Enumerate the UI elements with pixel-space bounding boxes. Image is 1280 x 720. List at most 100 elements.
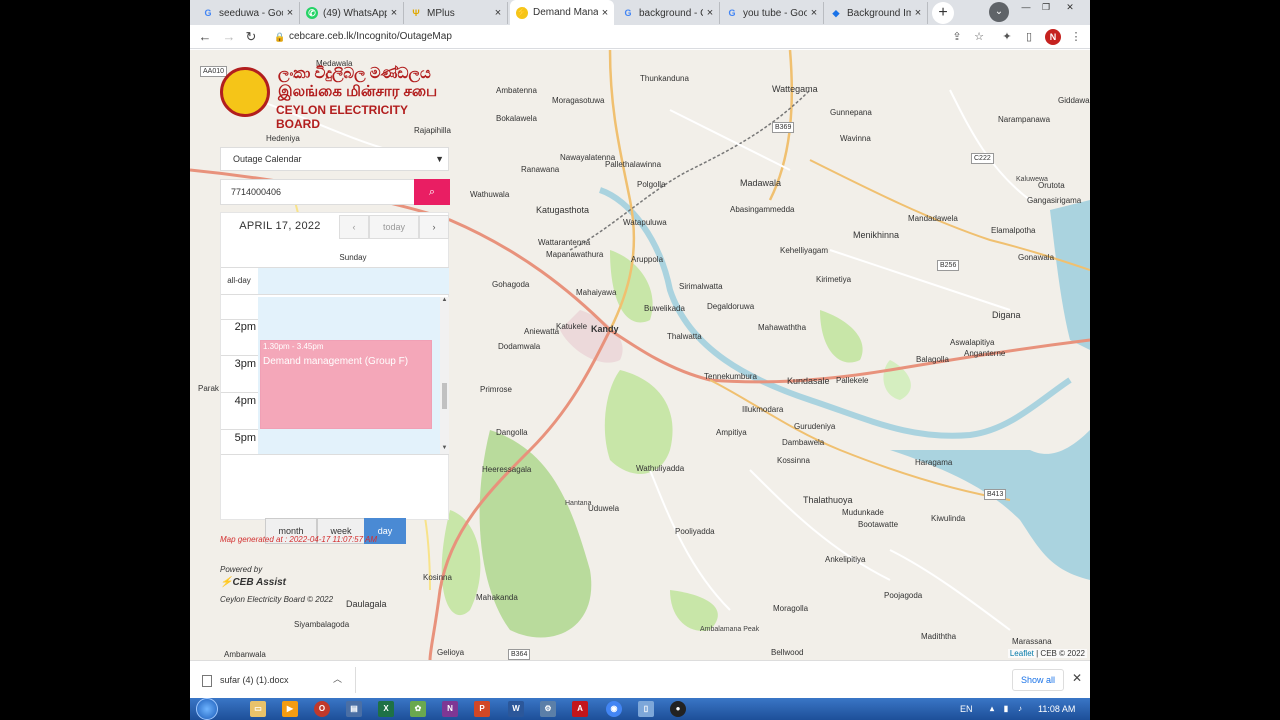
app-icon[interactable]: ✿: [410, 701, 426, 717]
leaflet-link[interactable]: Leaflet: [1010, 649, 1034, 658]
map-label: Dangolla: [496, 428, 528, 437]
today-button[interactable]: today: [369, 215, 419, 239]
outage-calendar: APRIL 17, 2022 ‹ today › Sunday all-day …: [220, 212, 449, 544]
system-tray[interactable]: EN: [960, 698, 973, 720]
map-label: Kandy: [591, 324, 619, 334]
map-label: Haragama: [915, 458, 953, 467]
powerpoint-icon[interactable]: P: [474, 701, 490, 717]
back-icon[interactable]: ←: [196, 28, 214, 46]
close-icon[interactable]: ×: [807, 7, 821, 19]
download-item[interactable]: sufar (4) (1).docx: [202, 669, 352, 691]
chevron-left-icon: ‹: [352, 222, 356, 232]
search-icon: ⌕: [428, 186, 436, 198]
road-shield: B256: [937, 260, 960, 271]
calendar-scrollbar[interactable]: ▲ ▼: [440, 297, 449, 454]
map-label: Mahaiyawa: [576, 288, 617, 297]
tab-seeduwa[interactable]: G seeduwa - Goo ×: [196, 2, 300, 24]
windows-taskbar: ▭ ▶ O ▤ X ✿ N P W ⚙ A ◉ ▯ ● EN ▴ ▮ ♪ 11:…: [190, 698, 1090, 720]
volume-icon[interactable]: ♪: [1012, 701, 1028, 717]
map-label: Gohagoda: [492, 280, 530, 289]
new-tab-button[interactable]: +: [932, 2, 954, 24]
prev-day-button[interactable]: ‹: [339, 215, 369, 239]
allday-cell[interactable]: [258, 268, 449, 294]
view-select[interactable]: Outage Calendar ▼: [220, 147, 449, 171]
document-icon[interactable]: ▤: [346, 701, 362, 717]
close-icon[interactable]: ×: [387, 7, 401, 19]
settings-app-icon[interactable]: ⚙: [540, 701, 556, 717]
share-icon[interactable]: ⇪: [949, 29, 965, 45]
excel-icon[interactable]: X: [378, 701, 394, 717]
notepad-icon[interactable]: ▯: [638, 701, 654, 717]
chevron-right-icon: ›: [432, 222, 436, 232]
tab-whatsapp[interactable]: ✆ (49) WhatsApp ×: [300, 2, 404, 24]
search-button[interactable]: ⌕: [414, 179, 450, 205]
event-time: 1.30pm - 3.45pm: [263, 342, 324, 351]
show-all-button[interactable]: Show all: [1012, 669, 1064, 691]
map-label: Mahawaththa: [758, 323, 807, 332]
next-day-button[interactable]: ›: [419, 215, 449, 239]
clock[interactable]: 11:08 AM: [1038, 698, 1075, 720]
google-icon: G: [624, 8, 632, 18]
map-attribution: Leaflet | CEB © 2022: [1007, 649, 1087, 658]
map-label: Watapuluwa: [623, 218, 667, 227]
map-label: Buwelikada: [644, 304, 685, 313]
tab-bar: G seeduwa - Goo × ✆ (49) WhatsApp × Ψ MP…: [190, 0, 1090, 25]
opera-icon[interactable]: O: [314, 701, 330, 717]
tab-mplus[interactable]: Ψ MPlus ×: [404, 2, 508, 24]
account-number-input[interactable]: 7714000406: [220, 179, 415, 205]
lock-icon: 🔒: [274, 32, 286, 42]
forward-icon[interactable]: →: [220, 28, 238, 46]
menu-kebab-icon[interactable]: ⋮: [1068, 29, 1084, 45]
map-label: Tennekumbura: [704, 372, 757, 381]
restore-icon[interactable]: ❐: [1036, 1, 1056, 13]
close-icon[interactable]: ×: [911, 7, 925, 19]
tab-background-images[interactable]: ◆ Background Im ×: [824, 2, 928, 24]
close-icon[interactable]: ×: [491, 7, 505, 19]
close-window-icon[interactable]: ✕: [1060, 1, 1080, 13]
close-icon[interactable]: ×: [703, 7, 717, 19]
profile-avatar[interactable]: N: [1045, 29, 1061, 45]
scroll-thumb[interactable]: [442, 383, 447, 409]
tab-background[interactable]: G background - G ×: [616, 2, 720, 24]
map-label: Katukele: [556, 322, 588, 331]
close-icon[interactable]: ✕: [1072, 671, 1082, 685]
tab-demand-management[interactable]: ⚡ Demand Manag ×: [510, 0, 614, 25]
explorer-icon[interactable]: ▭: [250, 701, 266, 717]
sidepanel-icon[interactable]: ▯: [1021, 29, 1037, 45]
tab-search-icon[interactable]: ⌄: [989, 2, 1009, 22]
map-label: Ranawana: [521, 165, 560, 174]
outage-map[interactable]: Medawala Thunkanduna Wattegama Ambatenna…: [190, 50, 1090, 660]
time-grid[interactable]: 2pm 3pm 4pm 5pm 1.30pm - 3.45pm Demand m…: [221, 297, 449, 455]
acrobat-icon[interactable]: A: [572, 701, 588, 717]
media-player-icon[interactable]: ▶: [282, 701, 298, 717]
address-bar[interactable]: 🔒 cebcare.ceb.lk/Incognito/OutageMap: [266, 27, 976, 47]
reload-icon[interactable]: ↻: [242, 28, 260, 46]
map-label: Wattegama: [772, 84, 818, 94]
hour-label: 5pm: [234, 432, 256, 444]
hour-label: 4pm: [234, 395, 256, 407]
chrome-icon[interactable]: ◉: [606, 701, 622, 717]
onenote-icon[interactable]: N: [442, 701, 458, 717]
close-icon[interactable]: ×: [283, 7, 297, 19]
start-button[interactable]: [196, 698, 218, 720]
extensions-icon[interactable]: ✦: [999, 29, 1015, 45]
calendar-event[interactable]: 1.30pm - 3.45pm Demand management (Group…: [260, 340, 432, 429]
map-label: Gunnepana: [830, 108, 872, 117]
bookmark-star-icon[interactable]: ☆: [971, 29, 987, 45]
map-label: Kiwulinda: [931, 514, 966, 523]
minimize-icon[interactable]: —: [1016, 1, 1036, 13]
close-icon[interactable]: ×: [598, 7, 612, 19]
scroll-down-icon[interactable]: ▼: [440, 445, 449, 451]
word-icon[interactable]: W: [508, 701, 524, 717]
calendar-date: APRIL 17, 2022: [239, 220, 321, 232]
bolt-icon: ⚡: [220, 577, 233, 588]
chevron-up-icon[interactable]: ︿: [333, 672, 342, 685]
map-label: Poojagoda: [884, 591, 923, 600]
scroll-up-icon[interactable]: ▲: [440, 297, 449, 303]
map-label: Mapanawathura: [546, 250, 604, 259]
map-label: Daulagala: [346, 599, 387, 609]
file-icon: [202, 674, 212, 687]
app-icon-dark[interactable]: ●: [670, 701, 686, 717]
road-shield: C222: [971, 153, 994, 164]
tab-youtube[interactable]: G you tube - Goo ×: [720, 2, 824, 24]
